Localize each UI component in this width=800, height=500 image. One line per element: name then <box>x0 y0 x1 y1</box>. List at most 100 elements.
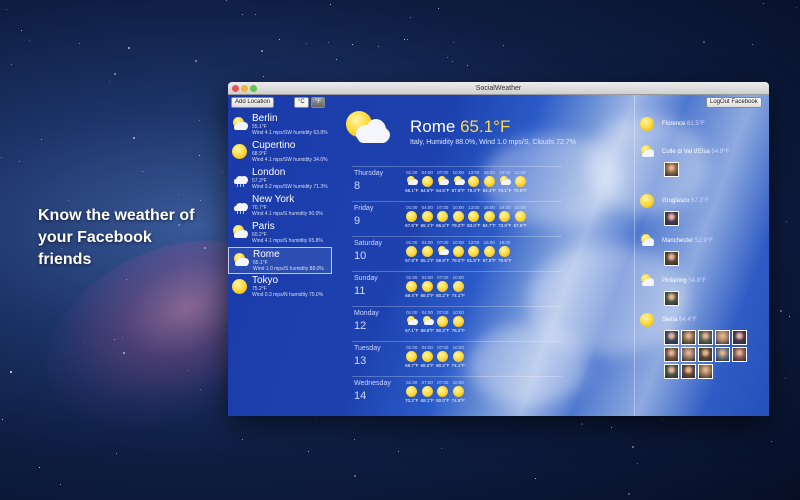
minimize-window-button[interactable] <box>241 85 248 92</box>
hour-temp: 74.1°F <box>498 188 512 193</box>
sun-icon <box>437 386 449 397</box>
tagline: Know the weather of your Facebook friend… <box>38 207 195 268</box>
hour-slot[interactable]: 07:00 80.2°F <box>435 275 451 298</box>
hour-slot[interactable]: 01:00 67.1°F <box>404 310 420 333</box>
hour-time: 07:00 <box>437 205 449 210</box>
logout-facebook-button[interactable]: LogOut Facebook <box>706 97 762 108</box>
location-item-berlin[interactable]: Berlin 55.1°F Wind 4.1 mps/SW humidity 63.… <box>228 112 332 139</box>
hour-slot[interactable]: 07:00 80.0°F <box>435 380 451 403</box>
friend-avatar[interactable] <box>732 330 747 345</box>
hour-slot[interactable]: 04:00 65.1°F <box>420 240 436 263</box>
hour-slot[interactable]: 22:00 67.8°F <box>513 205 529 228</box>
hour-slot[interactable]: 01:00 65.1°F <box>404 170 420 193</box>
hour-icon-wrap <box>452 211 464 222</box>
hour-slot[interactable]: 10:00 74.1°F <box>451 345 467 368</box>
hour-slot[interactable]: 19:00 74.1°F <box>497 170 513 193</box>
friend-avatar[interactable] <box>681 347 696 362</box>
hour-slot[interactable]: 01:00 69.7°F <box>404 345 420 368</box>
friend-avatar[interactable] <box>664 162 679 177</box>
hour-slot[interactable]: 10:00 74.9°F <box>451 380 467 403</box>
location-item-rome[interactable]: Rome 65.1°F Wind 1.0 mps/S humidity 88.0% <box>228 247 332 274</box>
hour-slot[interactable]: 04:00 68.0°F <box>420 345 436 368</box>
hour-slot[interactable]: 07:00 69.8°F <box>435 240 451 263</box>
friend-avatar[interactable] <box>664 347 679 362</box>
hour-slot[interactable]: 16:00 84.4°F <box>482 170 498 193</box>
hour-time: 10:00 <box>452 275 464 280</box>
friend-avatar[interactable] <box>681 330 696 345</box>
hour-time: 07:00 <box>437 310 449 315</box>
sun-icon <box>452 386 464 397</box>
hour-slot[interactable]: 13:00 79.3°F <box>466 170 482 193</box>
hour-slot[interactable]: 10:00 79.2°F <box>451 205 467 228</box>
location-item-cupertino[interactable]: Cupertino 68.9°F Wind 4.1 mps/SW humidity … <box>228 139 332 166</box>
hour-slot[interactable]: 01:00 69.4°F <box>404 275 420 298</box>
hour-slot[interactable]: 01:00 67.8°F <box>404 240 420 263</box>
close-window-button[interactable] <box>232 85 239 92</box>
add-location-button[interactable]: Add Location <box>231 97 275 108</box>
friend-avatar[interactable] <box>698 330 713 345</box>
hour-icon-wrap <box>437 386 449 397</box>
sun-icon <box>452 281 464 292</box>
hour-slot[interactable]: 22:00 70.0°F <box>513 170 529 193</box>
location-item-paris[interactable]: Paris 60.2°F Wind 4.1 mps/S humidity 65.8% <box>228 220 332 247</box>
hour-slot[interactable]: 19:00 70.6°F <box>497 240 513 263</box>
friend-avatar[interactable] <box>715 330 730 345</box>
zoom-window-button[interactable] <box>250 85 257 92</box>
friend-city-label: Colle di Val d'Elsa <box>662 149 712 155</box>
star <box>263 76 264 77</box>
forecast-day-tuesday: Tuesday 13 01:00 69.7°F 04:00 68.0°F 07:00 80.2… <box>352 341 562 376</box>
friend-avatar[interactable] <box>664 251 679 266</box>
star <box>261 50 263 52</box>
hour-slot[interactable]: 01:00 67.8°F <box>404 205 420 228</box>
friend-city-label: Manchester <box>662 238 696 244</box>
friend-avatar[interactable] <box>715 347 730 362</box>
fahrenheit-toggle[interactable]: °F <box>311 97 326 108</box>
friend-avatar[interactable] <box>698 364 713 379</box>
celsius-toggle[interactable]: °C <box>294 97 309 108</box>
forecast-day-saturday: Saturday 10 01:00 67.8°F 04:00 65.1°F 07:00 69.… <box>352 236 562 271</box>
hour-slot[interactable]: 10:00 76.2°F <box>451 310 467 333</box>
star <box>438 8 439 9</box>
hour-temp: 64.5°F <box>436 188 450 193</box>
friend-avatar[interactable] <box>681 364 696 379</box>
star <box>453 42 454 43</box>
hour-slot[interactable]: 01:00 70.2°F <box>404 380 420 403</box>
hour-slot[interactable]: 04:00 69.8°F <box>420 310 436 333</box>
hour-time: 19:00 <box>499 240 511 245</box>
friend-avatar[interactable] <box>732 347 747 362</box>
friend-avatar[interactable] <box>698 347 713 362</box>
hour-slot[interactable]: 19:00 73.9°F <box>497 205 513 228</box>
friend-avatar[interactable] <box>664 364 679 379</box>
hour-slot[interactable]: 16:00 84.7°F <box>482 205 498 228</box>
hour-slot[interactable]: 16:00 87.8°F <box>482 240 498 263</box>
hour-icon-wrap <box>437 246 450 257</box>
location-item-new-york[interactable]: New York 70.7°F Wind 4.1 mps/S humidity 90… <box>228 193 332 220</box>
day-number: 12 <box>354 320 367 332</box>
hour-slot[interactable]: 07:00 66.6°F <box>435 205 451 228</box>
star <box>637 463 638 464</box>
sun-icon <box>483 176 495 187</box>
hour-slot[interactable]: 07:00 80.2°F <box>435 345 451 368</box>
friend-avatar[interactable] <box>664 211 679 226</box>
sun-icon <box>421 386 433 397</box>
hour-slot[interactable]: 07:00 64.5°F <box>435 170 451 193</box>
location-item-tokyo[interactable]: Tokyo 75.2°F Wind 0.3 mps/N humidity 75.0% <box>228 274 332 301</box>
friend-avatar[interactable] <box>664 330 679 345</box>
hour-slot[interactable]: 13:00 81.5°F <box>466 240 482 263</box>
hour-slot[interactable]: 04:00 64.5°F <box>420 170 436 193</box>
friend-city-name: Pickering 54.8°F <box>662 278 706 284</box>
hourly-forecast: 01:00 69.4°F 04:00 68.0°F 07:00 80.2°F 10:00 74… <box>404 275 466 298</box>
friend-avatar[interactable] <box>664 291 679 306</box>
hour-slot[interactable]: 04:00 65.1°F <box>420 205 436 228</box>
hour-slot[interactable]: 07:00 80.2°F <box>435 310 451 333</box>
sun-icon <box>406 351 418 362</box>
sun-icon <box>406 281 418 292</box>
hour-slot[interactable]: 10:00 67.8°F <box>451 170 467 193</box>
hour-slot[interactable]: 07:00 68.1°F <box>420 380 436 403</box>
location-item-london[interactable]: London 57.3°F Wind 9.2 mps/SW humidity 71.… <box>228 166 332 193</box>
hour-slot[interactable]: 10:00 79.0°F <box>451 240 467 263</box>
hour-slot[interactable]: 13:00 83.0°F <box>466 205 482 228</box>
hour-slot[interactable]: 10:00 74.1°F <box>451 275 467 298</box>
hour-slot[interactable]: 04:00 68.0°F <box>420 275 436 298</box>
location-details: Wind 4.1 mps/SW humidity 63.8% <box>252 130 328 136</box>
